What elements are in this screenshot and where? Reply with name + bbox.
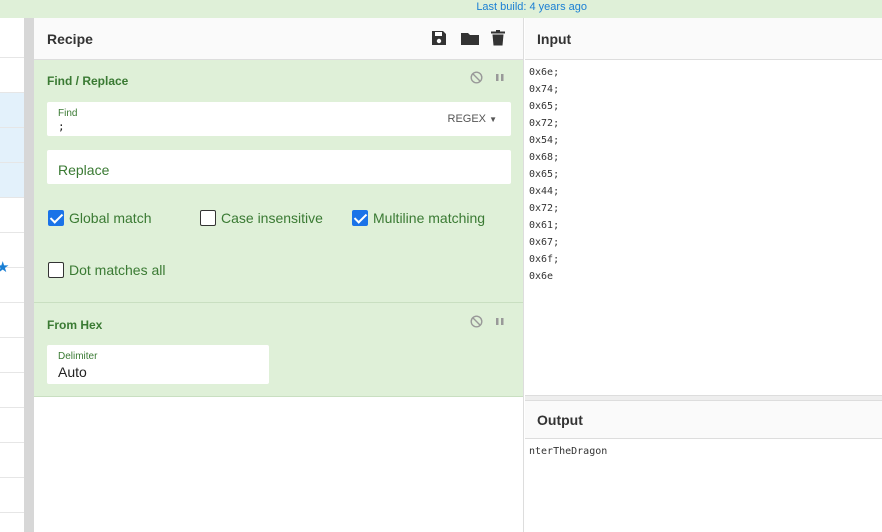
find-label: Find	[58, 108, 78, 119]
replace-field[interactable]: Replace	[47, 150, 511, 184]
checkbox-label: Dot matches all	[69, 262, 166, 278]
operations-list: ★	[0, 18, 24, 532]
pause-icon[interactable]	[495, 315, 505, 331]
output-text[interactable]: nterTheDragon	[525, 439, 882, 460]
recipe-panel: Recipe Find / Replace Find ; REGEX ▼ Rep…	[34, 18, 524, 532]
replace-placeholder: Replace	[58, 162, 110, 178]
output-panel: Output nterTheDragon	[525, 401, 882, 532]
find-mode-label: REGEX	[447, 113, 487, 125]
checkbox-checked-icon	[352, 210, 368, 226]
find-replace-title: Find / Replace	[47, 74, 129, 88]
list-item[interactable]	[0, 58, 24, 93]
checkbox-unchecked-icon	[200, 210, 216, 226]
checkbox-label: Global match	[69, 210, 152, 226]
recipe-header: Recipe	[34, 18, 523, 60]
list-item[interactable]	[0, 163, 24, 198]
favourite-star-icon[interactable]: ★	[0, 258, 9, 276]
checkbox-label: Case insensitive	[221, 210, 323, 226]
global-match-checkbox[interactable]: Global match	[48, 210, 151, 226]
top-bar: Last build: 4 years ago	[0, 0, 882, 18]
output-header: Output	[525, 401, 882, 439]
delimiter-label: Delimiter	[58, 351, 98, 362]
folder-icon[interactable]	[461, 30, 479, 46]
list-item[interactable]	[0, 373, 24, 408]
list-item[interactable]	[0, 338, 24, 373]
find-mode-dropdown[interactable]: REGEX ▼	[448, 113, 498, 125]
input-header: Input	[525, 18, 882, 60]
delimiter-field[interactable]: Delimiter Auto	[47, 345, 269, 384]
last-build-link[interactable]: Last build: 4 years ago	[476, 1, 587, 13]
input-textarea[interactable]: 0x6e; 0x74; 0x65; 0x72; 0x54; 0x68; 0x65…	[525, 60, 882, 285]
find-value: ;	[58, 120, 65, 133]
list-item[interactable]	[0, 93, 24, 128]
list-item[interactable]	[0, 128, 24, 163]
recipe-title: Recipe	[47, 30, 93, 47]
panel-resize-gutter[interactable]	[24, 18, 34, 532]
find-replace-operation: Find / Replace Find ; REGEX ▼ Replace Gl…	[34, 60, 523, 303]
find-field[interactable]: Find ; REGEX ▼	[47, 102, 511, 136]
list-item[interactable]	[0, 443, 24, 478]
output-title: Output	[537, 411, 583, 428]
save-icon[interactable]	[431, 30, 447, 46]
from-hex-operation: From Hex Delimiter Auto	[34, 303, 523, 397]
list-item[interactable]	[0, 303, 24, 338]
multiline-matching-checkbox[interactable]: Multiline matching	[352, 210, 485, 226]
pause-icon[interactable]	[495, 71, 505, 87]
disable-icon[interactable]	[470, 315, 483, 331]
dot-matches-all-checkbox[interactable]: Dot matches all	[48, 262, 165, 278]
checkbox-unchecked-icon	[48, 262, 64, 278]
input-title: Input	[537, 30, 572, 47]
disable-icon[interactable]	[470, 71, 483, 87]
list-item[interactable]	[0, 198, 24, 233]
delimiter-value: Auto	[58, 364, 87, 380]
case-insensitive-checkbox[interactable]: Case insensitive	[200, 210, 323, 226]
checkbox-checked-icon	[48, 210, 64, 226]
list-item[interactable]	[0, 408, 24, 443]
list-item[interactable]	[0, 18, 24, 58]
trash-icon[interactable]	[491, 30, 507, 46]
input-panel: Input 0x6e; 0x74; 0x65; 0x72; 0x54; 0x68…	[525, 18, 882, 395]
checkbox-label: Multiline matching	[373, 210, 486, 226]
caret-down-icon: ▼	[489, 115, 497, 124]
from-hex-title: From Hex	[47, 318, 103, 332]
list-item[interactable]	[0, 478, 24, 513]
